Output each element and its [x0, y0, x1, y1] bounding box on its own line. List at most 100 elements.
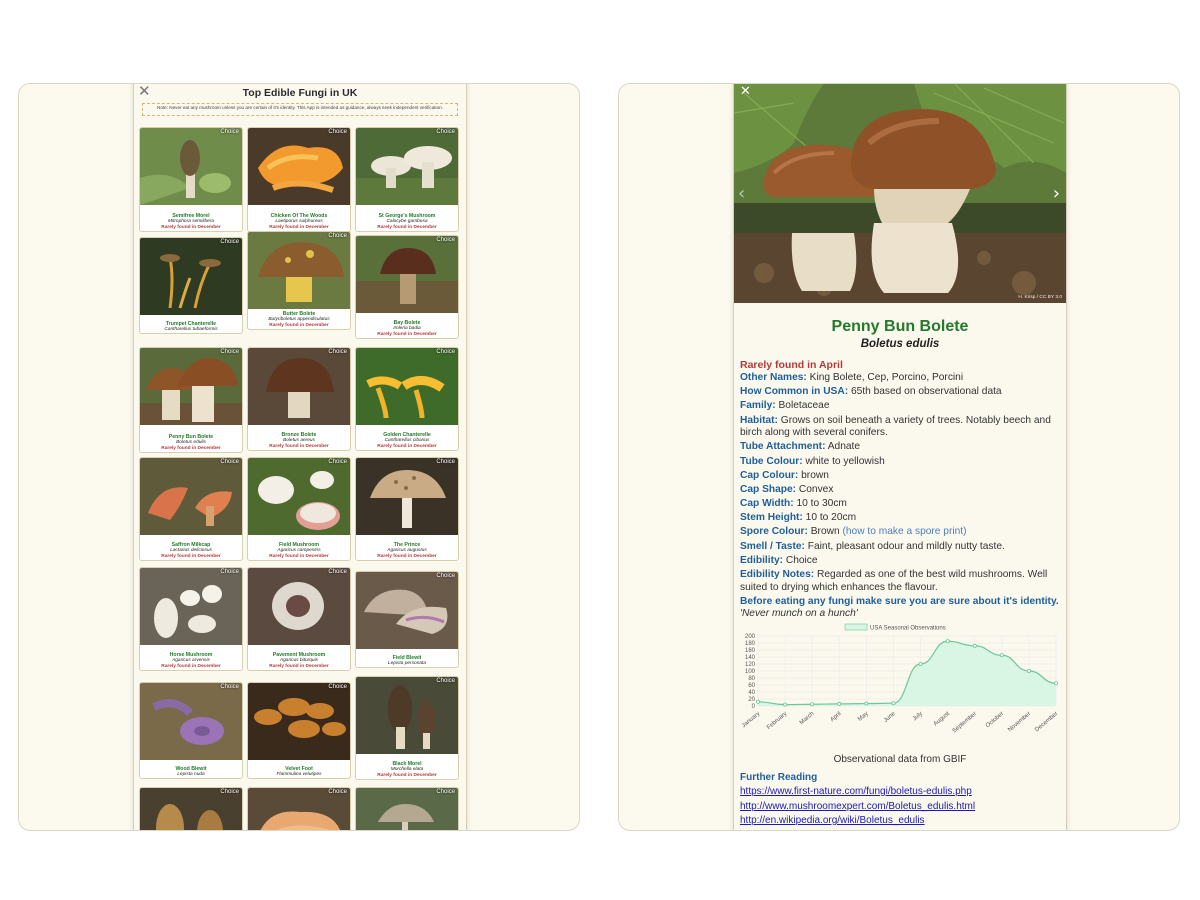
fungi-card[interactable]: Choice Saffron Milkcap Lactarius deliciosu… — [139, 457, 243, 561]
choice-badge: Choice — [436, 237, 455, 243]
fungi-thumbnail — [140, 128, 242, 205]
choice-badge: Choice — [328, 789, 347, 795]
spore-print-link[interactable]: (how to make a spore print) — [843, 526, 967, 537]
card-caption: Black Morel Morchella elata Rarely found i… — [356, 761, 458, 778]
attribute-label: Family: — [740, 400, 776, 412]
fungi-card[interactable]: Choice Black Morel Morchella elata Rarely f… — [355, 676, 459, 780]
attribute-row: Family: Boletaceae — [740, 400, 1060, 413]
choice-badge: Choice — [436, 789, 455, 795]
choice-badge: Choice — [328, 233, 347, 239]
fungi-card[interactable]: Choice Penny Bun Bolete Boletus edulis Rare… — [139, 347, 243, 453]
x-tick-label: January — [741, 711, 761, 729]
choice-badge: Choice — [220, 349, 239, 355]
fungi-card[interactable]: Choice Golden Chanterelle Cantharellus cib… — [355, 347, 459, 451]
choice-badge: Choice — [328, 349, 347, 355]
fungi-card[interactable]: Choice St George's Mushroom Calocybe gambo… — [355, 127, 459, 232]
data-point — [1026, 669, 1031, 674]
fungi-thumbnail — [248, 458, 350, 535]
fungi-card[interactable]: Choice — [139, 787, 243, 830]
choice-badge: Choice — [220, 569, 239, 575]
y-tick-label: 0 — [752, 704, 756, 710]
attribute-label: Edibility Notes: — [740, 569, 815, 581]
card-rarity: Rarely found in December — [161, 663, 221, 669]
x-tick-label: September — [952, 711, 978, 734]
fungi-card[interactable]: Choice Wood Blewit Lepista nuda — [139, 682, 243, 779]
choice-badge: Choice — [220, 459, 239, 465]
fungi-detail-app: ✕ ‹ › H. Krisp / CC BY 3.0 Penny Bun Bol… — [733, 84, 1067, 830]
link-mushroomexpert[interactable]: http://www.mushroomexpert.com/Boletus_ed… — [740, 800, 1060, 815]
fungi-thumbnail — [356, 348, 458, 425]
attribute-value: Faint, pleasant odour and mildly nutty t… — [807, 540, 1005, 552]
card-caption: The Prince Agaricus augustus Rarely found … — [356, 542, 458, 559]
attribute-value: King Bolete, Cep, Porcino, Porcini — [809, 372, 964, 383]
attribute-row: Other Names: King Bolete, Cep, Porcino, … — [740, 372, 1060, 385]
attribute-row: Cap Shape: Convex — [740, 484, 1060, 497]
fungi-card[interactable]: Choice Field Mushroom Agaricus campestris R… — [247, 457, 351, 561]
card-caption: Semifree Morel Mitrophora semilibera Rarel… — [140, 213, 242, 230]
fungi-card[interactable]: Choice Horse Mushroom Agaricus arvensis Rar… — [139, 567, 243, 671]
attribute-value: white to yellowish — [805, 455, 885, 467]
card-caption: Penny Bun Bolete Boletus edulis Rarely fou… — [140, 434, 242, 451]
fungi-card[interactable]: Choice Bay Bolete Imleria badia Rarely foun… — [355, 235, 459, 339]
link-wikipedia[interactable]: http://en.wikipedia.org/wiki/Boletus_edu… — [740, 814, 1060, 829]
y-tick-label: 140 — [745, 655, 756, 661]
fungi-card[interactable]: Choice The Prince Agaricus augustus Rarely … — [355, 457, 459, 561]
attribute-row: Spore Colour: Brown (how to make a spore… — [740, 526, 1060, 539]
choice-badge: Choice — [328, 569, 347, 575]
card-rarity: Rarely found in December — [377, 443, 437, 449]
y-tick-label: 40 — [748, 690, 755, 696]
card-caption: Saffron Milkcap Lactarius deliciosus Rarel… — [140, 542, 242, 559]
card-rarity: Rarely found in December — [269, 322, 329, 328]
card-caption: Field Mushroom Agaricus campestris Rarely … — [248, 542, 350, 559]
card-caption: Chicken Of The Woods Laetiporus sulphureu… — [248, 213, 350, 230]
fungi-thumbnail — [248, 568, 350, 645]
card-rarity: Rarely found in December — [161, 224, 221, 230]
fungi-card[interactable]: Choice Semifree Morel Mitrophora semiliber… — [139, 127, 243, 232]
data-point — [972, 643, 977, 648]
link-first-nature[interactable]: https://www.first-nature.com/fungi/bolet… — [740, 785, 1060, 800]
choice-badge: Choice — [436, 349, 455, 355]
attribute-row: Tube Attachment: Adnate — [740, 441, 1060, 454]
safety-warning: Before eating any fungi make sure you ar… — [740, 595, 1059, 607]
fungi-card[interactable]: Choice Velvet Foot Flammulina velutipes — [247, 682, 351, 779]
x-tick-label: April — [829, 711, 842, 723]
card-rarity: Rarely found in December — [377, 224, 437, 230]
attribute-label: Spore Colour: — [740, 526, 808, 538]
fungi-thumbnail — [140, 683, 242, 760]
fungi-card[interactable]: Choice Trumpet Chanterelle Cantharellus tu… — [139, 237, 243, 334]
attribute-row: Edibility Notes: Regarded as one of the … — [740, 569, 1060, 594]
attribute-list: Other Names: King Bolete, Cep, Porcino, … — [740, 372, 1060, 594]
attribute-value: Brown — [810, 526, 840, 538]
card-caption: Bronze Bolete Boletus aereus Rarely found … — [248, 432, 350, 449]
left-device-frame: ✕ Top Edible Fungi in UK Note: Never eat… — [18, 83, 580, 831]
close-x-icon[interactable]: ✕ — [138, 84, 151, 99]
card-latin-name: Lepista nuda — [177, 771, 205, 777]
choice-badge: Choice — [220, 684, 239, 690]
y-tick-label: 60 — [748, 683, 755, 689]
card-caption: Wood Blewit Lepista nuda — [140, 766, 242, 778]
fungi-thumbnail — [140, 568, 242, 645]
data-point — [1053, 681, 1058, 686]
attribute-row: Tube Colour: white to yellowish — [740, 456, 1060, 469]
fungi-card[interactable]: Choice — [355, 787, 459, 830]
choice-badge: Choice — [220, 239, 239, 245]
x-tick-label: December — [1034, 711, 1059, 733]
fungi-card[interactable]: Choice Bronze Bolete Boletus aereus Rarely … — [247, 347, 351, 451]
close-x-icon[interactable]: ✕ — [740, 84, 751, 99]
attribute-row: Cap Colour: brown — [740, 470, 1060, 483]
card-rarity: Rarely found in December — [377, 553, 437, 559]
fungi-card[interactable]: Choice Field Blewit Lepista personata — [355, 571, 459, 668]
fungi-thumbnail — [140, 238, 242, 315]
fungi-card[interactable]: Choice — [247, 787, 351, 830]
choice-badge: Choice — [436, 678, 455, 684]
card-caption: St George's Mushroom Calocybe gambosa Rare… — [356, 213, 458, 230]
attribute-label: Cap Shape: — [740, 483, 797, 495]
attribute-value: Boletaceae — [778, 400, 830, 412]
choice-badge: Choice — [220, 129, 239, 135]
fungi-card[interactable]: Choice Butter Bolete Butyriboletus appendi… — [247, 231, 351, 330]
fungi-card[interactable]: Choice Pavement Mushroom Agaricus bitorqui… — [247, 567, 351, 671]
chevron-left-icon[interactable]: ‹ — [738, 183, 745, 204]
attribute-row: Stem Height: 10 to 20cm — [740, 512, 1060, 525]
fungi-card[interactable]: Choice Chicken Of The Woods Laetiporus sul… — [247, 127, 351, 232]
chevron-right-icon[interactable]: › — [1053, 183, 1060, 204]
